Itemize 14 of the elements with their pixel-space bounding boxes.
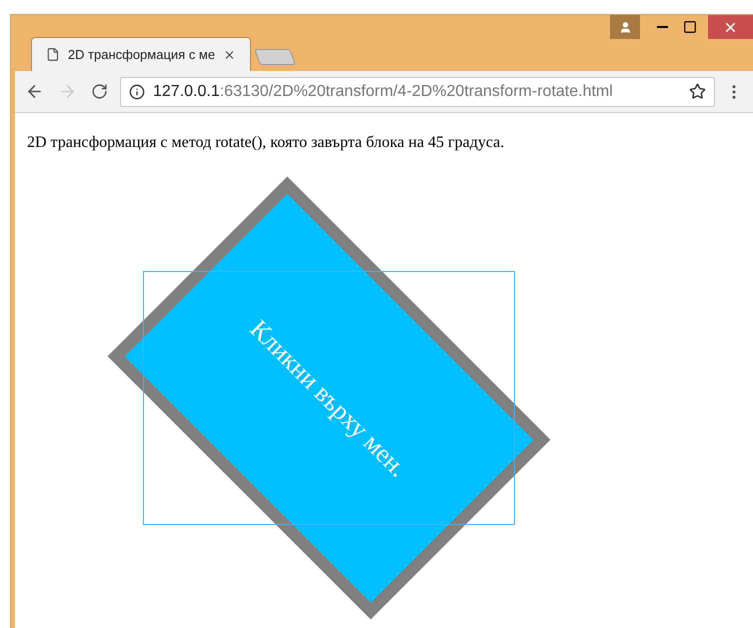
address-field[interactable]: 127.0.0.1:63130/2D%20transform/4-2D%20transform-rotate.html (120, 76, 715, 106)
tab-title: 2D трансформация с ме (68, 46, 216, 64)
close-window-button[interactable] (708, 15, 753, 39)
description-text: 2D трансформация с метод rotate(), която завърта блока на 45 градуса. (27, 133, 506, 153)
info-icon (129, 84, 145, 100)
page-icon (46, 47, 60, 62)
person-icon (618, 20, 632, 34)
url-text: 127.0.0.1:63130/2D%20transform/4-2D%20transform-rotate.html (153, 82, 614, 102)
profile-button[interactable] (610, 15, 640, 39)
maximize-icon (683, 20, 697, 34)
bookmark-star-icon[interactable] (689, 83, 706, 100)
reload-icon[interactable] (91, 83, 108, 100)
minimize-icon (656, 26, 668, 28)
browser-tab[interactable]: 2D трансформация с ме (31, 37, 251, 71)
